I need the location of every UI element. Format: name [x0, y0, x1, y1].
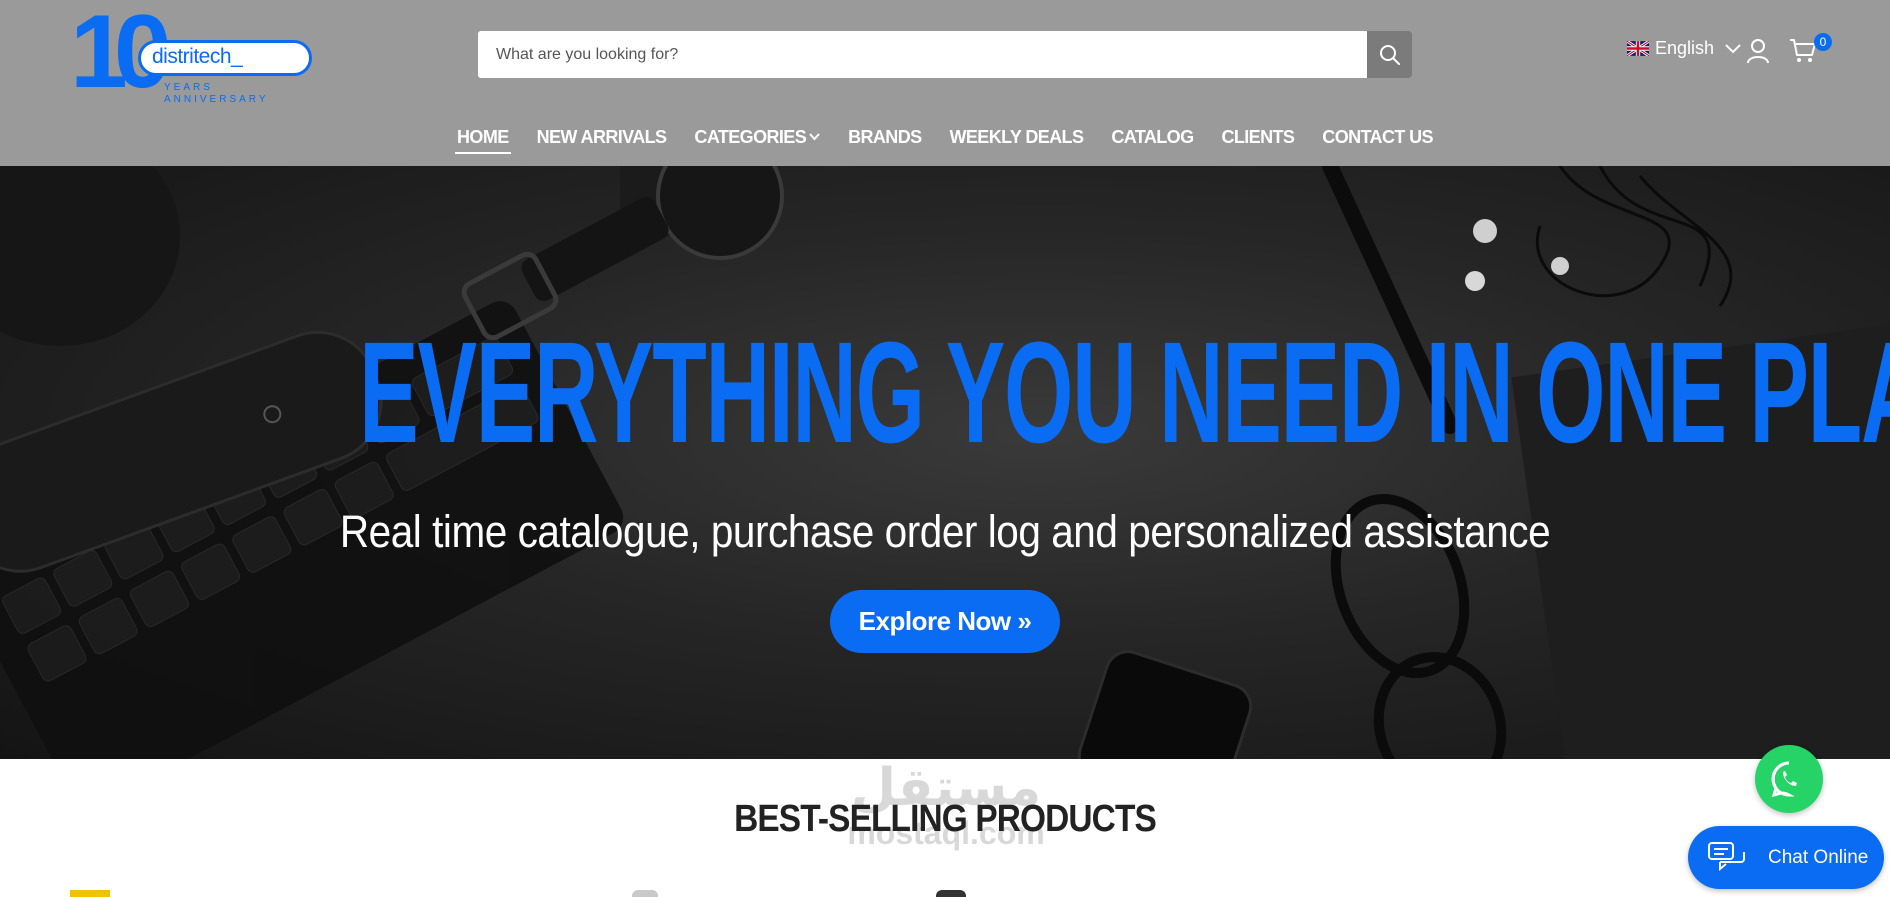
product-peek-2 — [632, 890, 658, 897]
cart-button[interactable] — [1789, 38, 1817, 69]
chevron-down-icon — [1725, 43, 1741, 53]
nav-brands[interactable]: BRANDS — [846, 120, 923, 156]
chat-online-label: Chat Online — [1768, 846, 1869, 868]
main-nav: HOME NEW ARRIVALS CATEGORIES BRANDS WEEK… — [0, 120, 1890, 156]
chevron-down-icon — [809, 133, 820, 141]
nav-new-arrivals[interactable]: NEW ARRIVALS — [535, 120, 669, 156]
uk-flag-icon — [1627, 41, 1649, 56]
whatsapp-icon — [1771, 761, 1797, 798]
site-header: 10 distritech_ YEARS ANNIVERSARY English — [0, 0, 1890, 166]
search-bar — [478, 31, 1412, 78]
nav-contact-us[interactable]: CONTACT US — [1320, 120, 1435, 156]
product-peek-1 — [70, 890, 110, 897]
logo-anniversary: YEARS ANNIVERSARY — [164, 82, 269, 106]
account-button[interactable] — [1746, 38, 1770, 69]
chat-online-button[interactable]: Chat Online — [1688, 826, 1884, 889]
nav-categories[interactable]: CATEGORIES — [692, 120, 822, 156]
cart-count-badge: 0 — [1814, 33, 1832, 51]
distritech-logo[interactable]: 10 distritech_ YEARS ANNIVERSARY — [70, 0, 312, 106]
best-selling-title: BEST-SELLING PRODUCTS — [734, 798, 1157, 840]
search-icon — [1379, 44, 1400, 65]
nav-weekly-deals[interactable]: WEEKLY DEALS — [948, 120, 1086, 156]
hero-banner: EVERYTHING YOU NEED IN ONE PLACE Real ti… — [0, 166, 1890, 759]
hero-subtitle: Real time catalogue, purchase order log … — [339, 506, 1551, 557]
nav-clients[interactable]: CLIENTS — [1219, 120, 1296, 156]
nav-home[interactable]: HOME — [455, 120, 511, 156]
product-peek-3 — [936, 890, 966, 897]
hero-title: EVERYTHING YOU NEED IN ONE PLACE — [359, 312, 1890, 473]
logo-years-text: YEARS — [164, 82, 213, 93]
logo-name: distritech_ — [152, 45, 243, 68]
user-icon — [1747, 39, 1769, 64]
language-selector[interactable]: English — [1627, 38, 1742, 59]
explore-now-button[interactable]: Explore Now » — [830, 590, 1060, 653]
cart-icon — [1790, 39, 1816, 62]
language-label: English — [1655, 38, 1715, 58]
nav-catalog[interactable]: CATALOG — [1109, 120, 1195, 156]
search-input[interactable] — [478, 31, 1366, 78]
logo-anniversary-text: ANNIVERSARY — [164, 94, 269, 105]
chat-bubbles-icon — [1708, 841, 1745, 871]
search-button[interactable] — [1367, 31, 1412, 78]
whatsapp-button[interactable] — [1755, 745, 1823, 813]
nav-categories-label: CATEGORIES — [694, 126, 807, 147]
